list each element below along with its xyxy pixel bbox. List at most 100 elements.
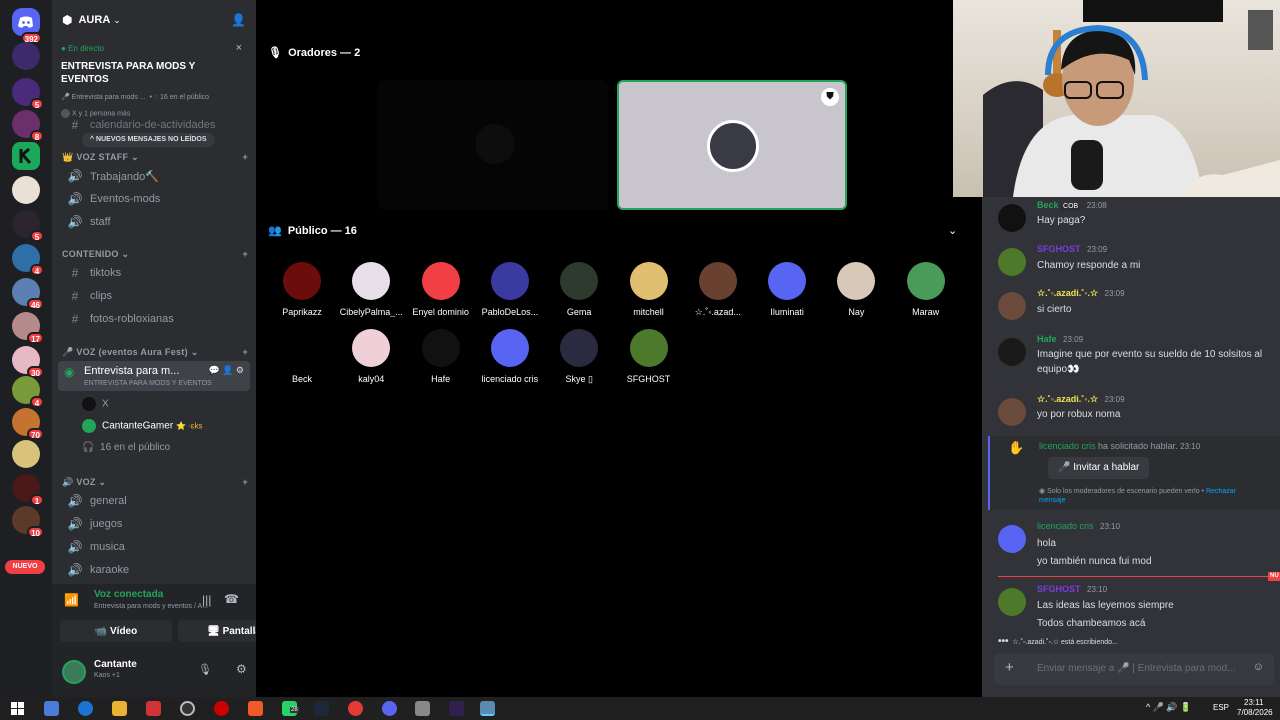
- edge-icon[interactable]: [78, 701, 93, 716]
- audience-member[interactable]: Skye ▯: [545, 329, 613, 385]
- server-icon[interactable]: 17: [12, 312, 44, 344]
- server-header[interactable]: ⬢ AURA ⌄ 👤: [52, 0, 256, 40]
- server-icon[interactable]: 4: [12, 376, 44, 408]
- copilot-icon[interactable]: [44, 701, 59, 716]
- server-icon[interactable]: 1: [12, 474, 44, 506]
- channel-eventos-mods[interactable]: 🔊 Eventos-mods: [60, 188, 250, 210]
- avatar[interactable]: [998, 204, 1026, 232]
- channel-general[interactable]: 🔊 general: [60, 490, 250, 512]
- category-voz-eventos[interactable]: 🎤 VOZ (eventos Aura Fest) ⌄ +: [62, 347, 248, 358]
- message-input-box[interactable]: + Enviar mensaje a 🎤 | Entrevista para m…: [994, 653, 1274, 685]
- video-button[interactable]: 📹 Vídeo: [60, 620, 172, 642]
- disconnect-icon[interactable]: ☎: [224, 592, 239, 606]
- message-author[interactable]: licenciado cris: [1037, 521, 1094, 531]
- message-author[interactable]: Hafe: [1037, 334, 1057, 344]
- server-icon[interactable]: 10: [12, 506, 44, 538]
- active-app-icon[interactable]: [480, 701, 495, 716]
- obs-icon[interactable]: [449, 701, 464, 716]
- add-member-icon[interactable]: 👤: [231, 13, 246, 27]
- audience-member[interactable]: mitchell: [615, 262, 683, 317]
- avatar[interactable]: [998, 588, 1026, 616]
- mail-icon[interactable]: [146, 701, 161, 716]
- server-icon[interactable]: 5: [12, 78, 44, 110]
- server-icon[interactable]: 30: [12, 346, 44, 378]
- windows-start-icon[interactable]: [10, 701, 25, 716]
- speaker-tile-active[interactable]: ⛊: [617, 80, 847, 210]
- plus-icon[interactable]: +: [242, 477, 248, 488]
- stage-audience[interactable]: 🎧 16 en el público: [82, 442, 170, 453]
- server-icon[interactable]: 8: [12, 110, 44, 142]
- audience-member[interactable]: ☆.˚◦.azad...: [684, 262, 752, 318]
- channel-actions[interactable]: 💬 👤 ⚙: [209, 365, 244, 376]
- brave-icon[interactable]: [248, 701, 263, 716]
- new-servers-pill[interactable]: NUEVO: [5, 560, 45, 574]
- message-author[interactable]: Beck: [1037, 200, 1059, 210]
- channel-trabajando[interactable]: 🔊 Trabajando🔨: [60, 165, 250, 187]
- stage-user-x[interactable]: X: [82, 397, 109, 411]
- channel-staff[interactable]: 🔊 staff: [60, 211, 250, 233]
- plus-icon[interactable]: +: [1005, 659, 1014, 676]
- audience-member[interactable]: CibelyPalma_...: [337, 262, 405, 317]
- category-voz[interactable]: 🔊 VOZ ⌄ +: [62, 477, 248, 488]
- server-icon[interactable]: 46: [12, 278, 44, 310]
- chevron-down-icon[interactable]: ⌄: [948, 224, 957, 237]
- channel-calendario[interactable]: # calendario-de-actividades: [60, 118, 250, 132]
- channel-karaoke[interactable]: 🔊 karaoke: [60, 559, 250, 581]
- audience-member[interactable]: licenciado cris: [476, 329, 544, 384]
- app-icon[interactable]: [415, 701, 430, 716]
- avatar[interactable]: [998, 248, 1026, 276]
- audience-member[interactable]: Nay: [822, 262, 890, 317]
- channel-clips[interactable]: # clips: [60, 285, 250, 307]
- whatsapp-icon[interactable]: 28: [282, 701, 299, 716]
- invite-to-speak-button[interactable]: 🎤 Invitar a hablar: [1048, 457, 1150, 479]
- channel-fotos[interactable]: # fotos-robloxianas: [60, 308, 250, 330]
- settings-gear-icon[interactable]: ⚙: [236, 662, 247, 676]
- tray-icons[interactable]: ^ 🎤 🔊 🔋: [1146, 702, 1191, 713]
- emoji-icon[interactable]: ☺: [1253, 661, 1264, 673]
- voice-status[interactable]: Voz conectada: [94, 589, 163, 600]
- message-author[interactable]: SFGHOST: [1037, 244, 1081, 254]
- reject-link[interactable]: Rechazar: [1206, 488, 1236, 495]
- category-contenido[interactable]: CONTENIDO ⌄ +: [62, 249, 248, 260]
- voice-channel[interactable]: Entrevista para mods y eventos / A...: [94, 603, 208, 610]
- audience-member[interactable]: PabloDeLos...: [476, 262, 544, 317]
- audience-member[interactable]: Gema: [545, 262, 613, 317]
- clock-date[interactable]: 7/08/2026: [1237, 708, 1273, 717]
- avatar[interactable]: [62, 660, 86, 684]
- opera-icon[interactable]: [214, 701, 229, 716]
- plus-icon[interactable]: +: [242, 152, 248, 163]
- audience-member[interactable]: Iluminati: [753, 262, 821, 317]
- message-author[interactable]: ☆.˚◦.azadi.˚◦.☆: [1037, 394, 1098, 404]
- avatar[interactable]: [998, 525, 1026, 553]
- discord-icon[interactable]: [382, 701, 397, 716]
- server-icon[interactable]: [12, 176, 40, 204]
- chrome-icon[interactable]: [348, 701, 363, 716]
- audience-member[interactable]: Beck: [268, 329, 336, 384]
- home-button[interactable]: 392: [12, 8, 42, 44]
- category-voz-staff[interactable]: 👑 VOZ STAFF ⌄ +: [62, 152, 248, 163]
- server-icon[interactable]: [12, 142, 40, 170]
- audience-member[interactable]: Enyel dominio: [407, 262, 475, 317]
- channel-juegos[interactable]: 🔊 juegos: [60, 513, 250, 535]
- file-explorer-icon[interactable]: [112, 701, 127, 716]
- server-icon[interactable]: 5: [12, 210, 44, 242]
- server-icon[interactable]: 70: [12, 408, 44, 440]
- steam-icon[interactable]: [314, 701, 329, 716]
- plus-icon[interactable]: +: [242, 347, 248, 358]
- app-icon[interactable]: [180, 701, 195, 716]
- server-icon[interactable]: [12, 42, 40, 70]
- server-icon[interactable]: [12, 440, 40, 468]
- avatar[interactable]: [998, 338, 1026, 366]
- stage-user-cantante[interactable]: CantanteGamer ⭐ ·ɛks: [82, 419, 202, 433]
- plus-icon[interactable]: +: [242, 249, 248, 260]
- language-indicator[interactable]: ESP: [1213, 703, 1229, 712]
- channel-entrevista-active[interactable]: ◉ Entrevista para m... 💬 👤 ⚙ ENTREVISTA …: [58, 361, 250, 391]
- channel-tiktoks[interactable]: # tiktoks: [60, 262, 250, 284]
- new-messages-pill[interactable]: ^ NUEVOS MENSAJES NO LEÍDOS: [82, 133, 215, 147]
- mic-icon[interactable]: 🎙: [198, 663, 212, 676]
- avatar[interactable]: [998, 398, 1026, 426]
- close-icon[interactable]: ×: [236, 42, 242, 54]
- audience-member[interactable]: Paprikazz: [268, 262, 336, 317]
- live-stage-banner[interactable]: ● En directo × ENTREVISTA PARA MODS Y EV…: [52, 40, 256, 122]
- request-user[interactable]: licenciado cris: [1039, 441, 1096, 451]
